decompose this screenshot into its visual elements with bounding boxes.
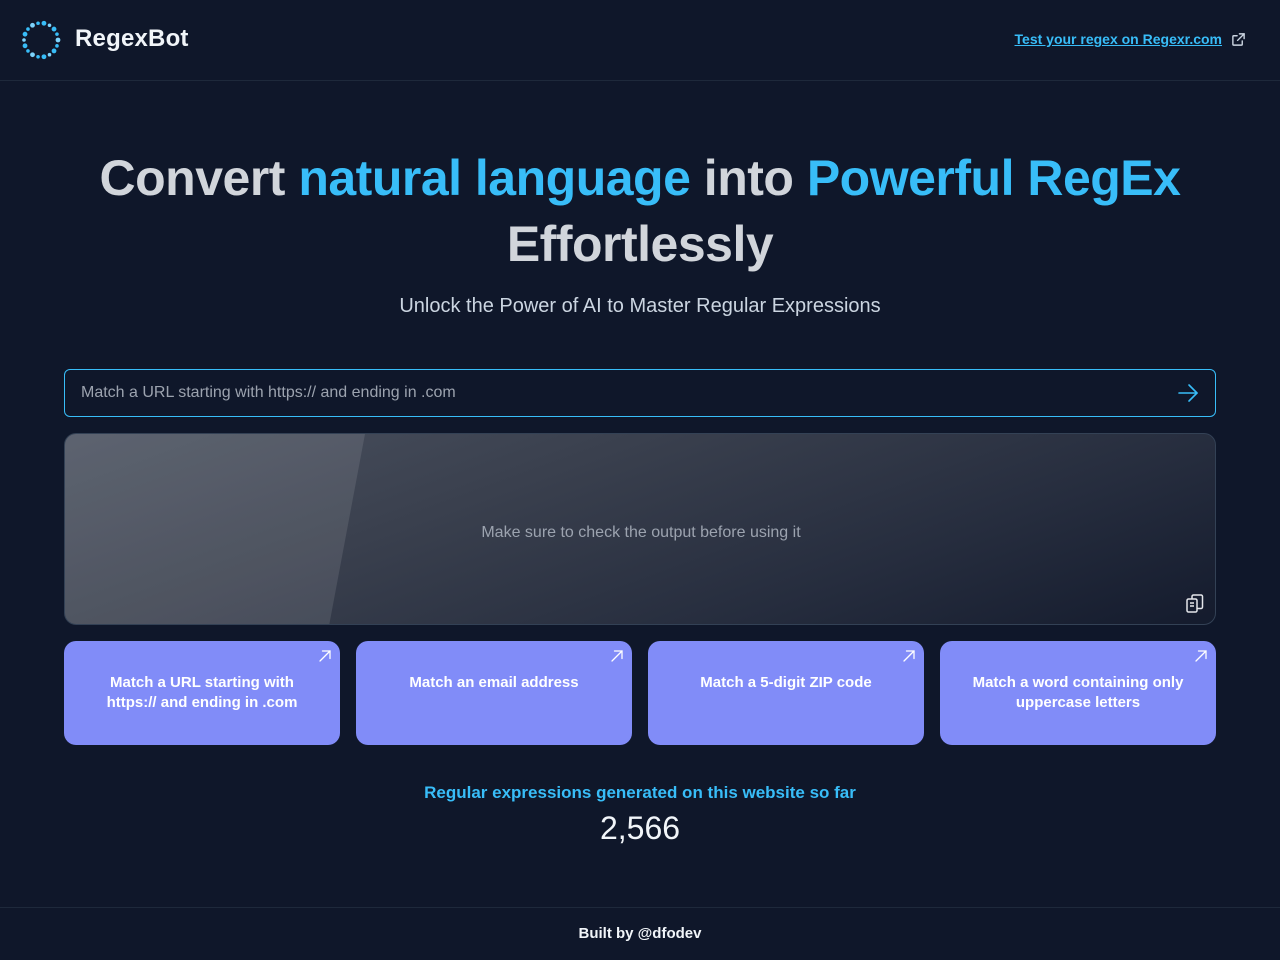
example-card-label: Match an email address xyxy=(409,674,579,691)
arrow-up-right-icon xyxy=(1195,650,1207,662)
regexr-link[interactable]: Test your regex on Regexr.com xyxy=(1015,31,1222,47)
logo-dot xyxy=(22,43,28,49)
logo-dot xyxy=(51,26,57,32)
prompt-box xyxy=(64,369,1216,417)
logo-dot xyxy=(30,52,35,58)
regex-output: Make sure to check the output before usi… xyxy=(64,433,1216,625)
logo-dot xyxy=(55,44,59,48)
output-text: Make sure to check the output before usi… xyxy=(481,524,801,541)
arrow-up-right-icon xyxy=(903,650,915,662)
hero-subtitle: Unlock the Power of AI to Master Regular… xyxy=(399,295,881,317)
headline-line-2: Effortlessly xyxy=(506,216,774,272)
hero-headline: Convert natural language into Powerful R… xyxy=(0,145,1280,277)
logo-dot xyxy=(47,23,52,28)
clipboard-icon[interactable] xyxy=(1184,593,1206,615)
arrow-up-right-icon xyxy=(319,650,331,662)
example-card-label: Match a 5-digit ZIP code xyxy=(700,674,872,691)
logo-dot xyxy=(41,20,47,26)
footer: Built by @dfodev xyxy=(0,907,1280,960)
example-card-label: Match a word containing only uppercase l… xyxy=(972,674,1184,711)
app-title: RegexBot xyxy=(75,25,189,52)
logo-dot xyxy=(51,48,57,54)
logo-dot xyxy=(55,32,59,36)
logo-dot xyxy=(55,37,61,43)
headline-accent: natural language xyxy=(298,150,691,206)
logo-dot xyxy=(36,21,40,26)
arrow-right-icon[interactable] xyxy=(1177,383,1199,403)
arrow-up-right-icon xyxy=(611,650,623,662)
headline-text: Convert xyxy=(99,150,299,206)
external-link-icon[interactable] xyxy=(1231,32,1246,47)
headline-accent: Powerful RegEx xyxy=(806,150,1181,206)
logo-dot xyxy=(30,22,35,28)
logo-dot xyxy=(47,52,52,57)
logo-icon xyxy=(22,20,61,60)
stats-label: Regular expressions generated on this we… xyxy=(424,783,856,802)
example-card-uppercase[interactable]: Match a word containing only uppercase l… xyxy=(940,641,1216,745)
example-card-zip[interactable]: Match a 5-digit ZIP code xyxy=(648,641,924,745)
logo-dot xyxy=(26,49,30,53)
footer-credit[interactable]: Built by @dfodev xyxy=(0,925,1280,942)
logo-dot xyxy=(26,27,30,31)
example-card-label: Match a URL starting with https:// and e… xyxy=(106,674,298,711)
headline-line-1: Convert natural language into Powerful R… xyxy=(0,145,1280,211)
prompt-input[interactable] xyxy=(65,370,1165,416)
logo-dot xyxy=(22,38,26,42)
logo-dot xyxy=(36,54,40,59)
logo-dot xyxy=(41,54,47,60)
header: RegexBot Test your regex on Regexr.com xyxy=(0,0,1280,81)
logo-dot xyxy=(22,31,28,37)
example-card-url[interactable]: Match a URL starting with https:// and e… xyxy=(64,641,340,745)
stats-count: 2,566 xyxy=(599,810,681,846)
example-card-email[interactable]: Match an email address xyxy=(356,641,632,745)
headline-text: into xyxy=(690,150,807,206)
